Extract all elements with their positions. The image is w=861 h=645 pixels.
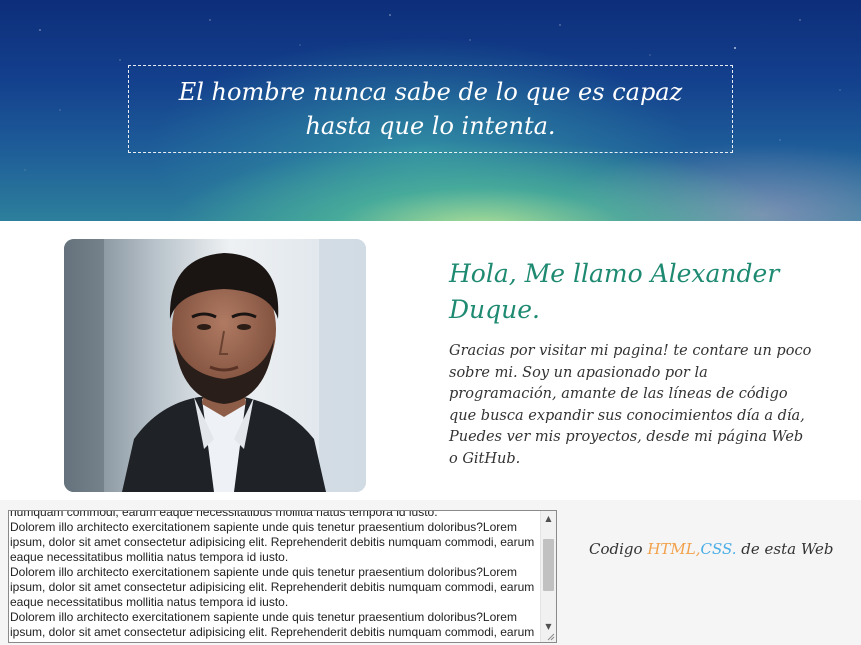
resize-grip-icon[interactable] [547, 633, 555, 641]
hero-quote: El hombre nunca sabe de lo que es capaz … [178, 78, 683, 140]
footer-prefix: Codigo [589, 540, 648, 558]
html-link[interactable]: HTML, [647, 540, 700, 558]
chevron-down-icon[interactable]: ▼ [541, 619, 556, 634]
scrollbar-thumb[interactable] [543, 539, 554, 591]
css-link[interactable]: CSS. [701, 540, 737, 558]
quote-frame: El hombre nunca sabe de lo que es capaz … [128, 65, 733, 153]
about-description: Gracias por visitar mi pagina! te contar… [449, 343, 812, 467]
hero-banner: El hombre nunca sabe de lo que es capaz … [0, 0, 861, 221]
about-heading: Hola, Me llamo Alexander Duque. [449, 259, 780, 324]
profile-photo [64, 239, 366, 492]
code-textarea-content: numquam commodi, earum eaque necessitati… [10, 510, 535, 642]
code-textarea[interactable]: numquam commodi, earum eaque necessitati… [8, 510, 557, 643]
textarea-scrollbar[interactable]: ▲ ▼ [540, 511, 556, 642]
chevron-up-icon[interactable]: ▲ [541, 511, 556, 526]
footer-suffix: de esta Web [736, 540, 834, 558]
portrait-illustration [64, 239, 366, 492]
footer-credit: Codigo HTML,CSS. de esta Web [589, 538, 834, 560]
